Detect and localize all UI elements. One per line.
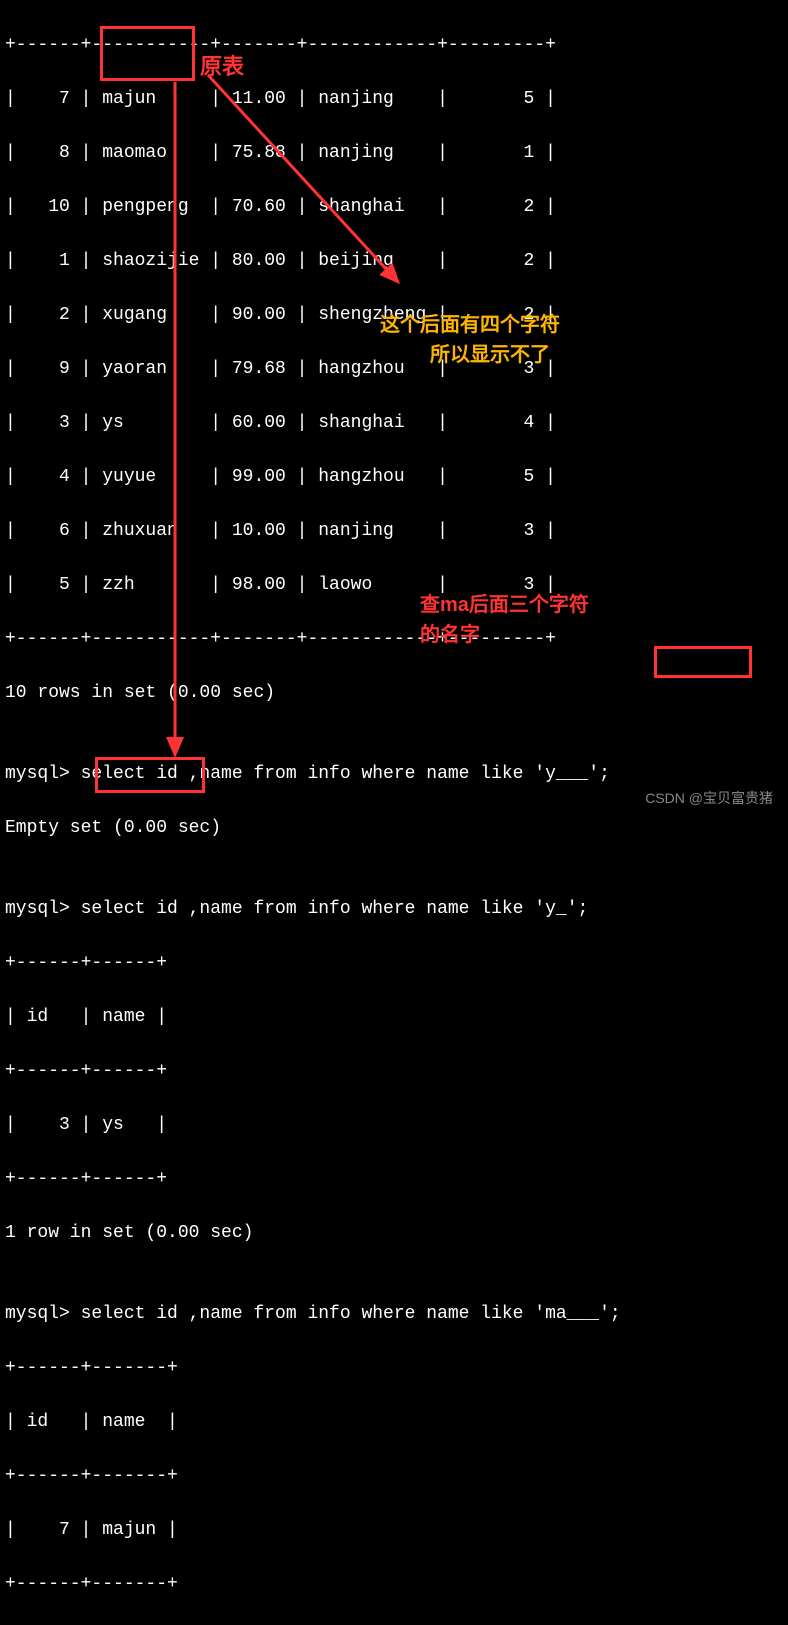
table-divider: +------+-------+	[5, 1355, 783, 1382]
table-header: | id | name |	[5, 1409, 783, 1436]
table-divider: +------+-------+	[5, 1571, 783, 1598]
table-row: | 9 | yaoran | 79.68 | hangzhou | 3 |	[5, 356, 783, 383]
table-divider: +------+------+	[5, 950, 783, 977]
table-divider: +------+-------+	[5, 1463, 783, 1490]
sql-query: mysql> select id ,name from info where n…	[5, 761, 783, 788]
table-divider: +------+------+	[5, 1166, 783, 1193]
table-divider: +------+------+	[5, 1058, 783, 1085]
sql-query: mysql> select id ,name from info where n…	[5, 896, 783, 923]
table-row: | 3 | ys | 60.00 | shanghai | 4 |	[5, 410, 783, 437]
result-text: Empty set (0.00 sec)	[5, 815, 783, 842]
table-row: | 7 | majun | 11.00 | nanjing | 5 |	[5, 86, 783, 113]
table-row: | 1 | shaozijie | 80.00 | beijing | 2 |	[5, 248, 783, 275]
table-row: | 3 | ys |	[5, 1112, 783, 1139]
table-row: | 6 | zhuxuan | 10.00 | nanjing | 3 |	[5, 518, 783, 545]
result-text: 1 row in set (0.00 sec)	[5, 1220, 783, 1247]
table-divider: +------+-----------+-------+------------…	[5, 32, 783, 59]
sql-query: mysql> select id ,name from info where n…	[5, 1301, 783, 1328]
table-row: | 8 | maomao | 75.88 | nanjing | 1 |	[5, 140, 783, 167]
table-row: | 5 | zzh | 98.00 | laowo | 3 |	[5, 572, 783, 599]
table-row: | 10 | pengpeng | 70.60 | shanghai | 2 |	[5, 194, 783, 221]
table-row: | 2 | xugang | 90.00 | shengzheng | 2 |	[5, 302, 783, 329]
table-divider: +------+-----------+-------+------------…	[5, 626, 783, 653]
terminal-output: +------+-----------+-------+------------…	[5, 5, 783, 1625]
table-header: | id | name |	[5, 1004, 783, 1031]
result-text: 10 rows in set (0.00 sec)	[5, 680, 783, 707]
table-row: | 4 | yuyue | 99.00 | hangzhou | 5 |	[5, 464, 783, 491]
table-row: | 7 | majun |	[5, 1517, 783, 1544]
